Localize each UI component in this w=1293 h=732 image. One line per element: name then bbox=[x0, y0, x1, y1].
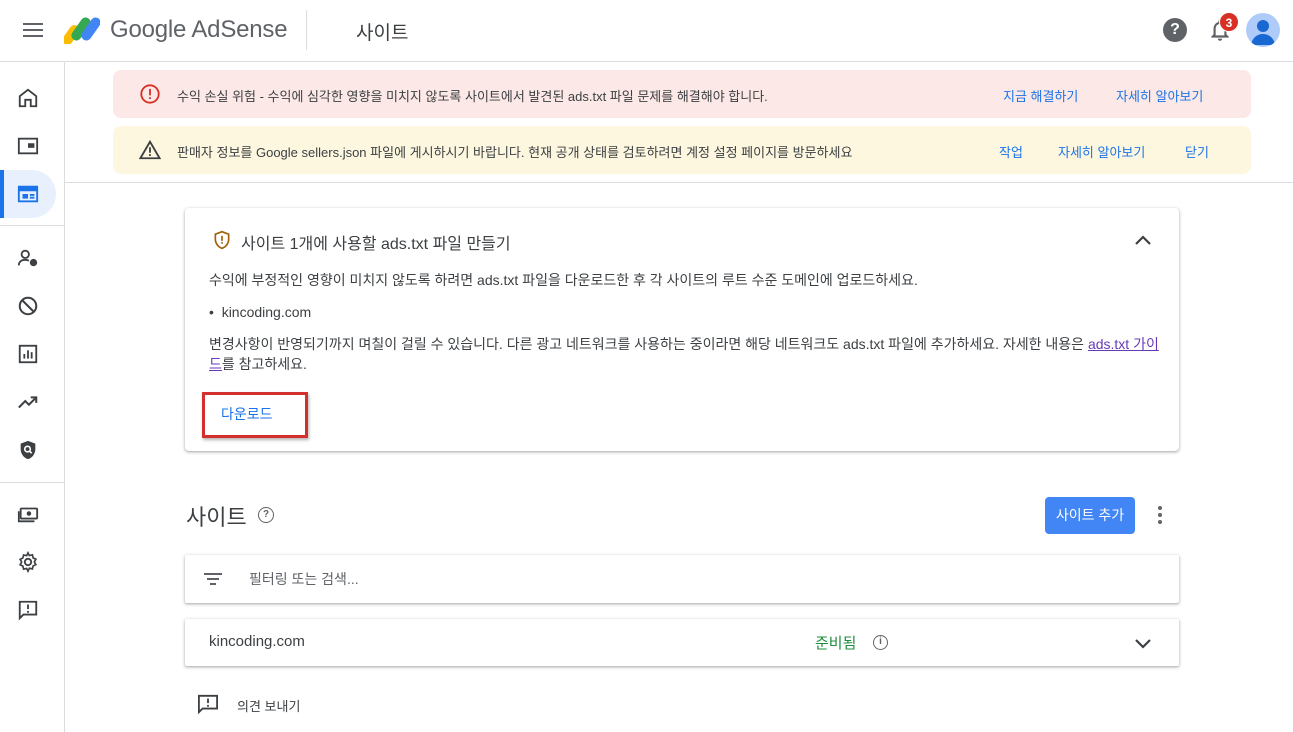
card-note-text: 변경사항이 반영되기까지 며칠이 걸릴 수 있습니다. 다른 광고 네트워크를 … bbox=[209, 336, 1088, 352]
rail-divider bbox=[0, 225, 64, 226]
chevron-down-icon[interactable] bbox=[1131, 633, 1155, 653]
sites-help-icon[interactable]: ? bbox=[258, 507, 274, 523]
gear-icon bbox=[18, 551, 38, 573]
action-link[interactable]: 작업 bbox=[999, 142, 1023, 161]
warning-banner-text: 판매자 정보를 Google sellers.json 파일에 게시하시기 바랍… bbox=[177, 145, 853, 160]
rail-item-sites[interactable] bbox=[0, 170, 56, 218]
send-feedback-button[interactable]: 의견 보내기 bbox=[197, 692, 357, 718]
error-learn-more-link[interactable]: 자세히 알아보기 bbox=[1116, 86, 1203, 105]
site-row[interactable]: kincoding.com 준비됨 i bbox=[185, 619, 1179, 666]
page-title: 사이트 bbox=[356, 23, 409, 44]
rail-item-optimization[interactable] bbox=[0, 378, 56, 426]
rail-item-ads[interactable] bbox=[0, 122, 56, 170]
brand-name: Google AdSense bbox=[110, 16, 288, 44]
feedback-icon bbox=[18, 600, 38, 621]
feedback-label: 의견 보내기 bbox=[237, 699, 301, 714]
content-divider bbox=[65, 182, 1293, 183]
error-banner-text: 수익 손실 위험 - 수익에 심각한 영향을 미치지 않도록 사이트에서 발견된… bbox=[177, 89, 768, 104]
ads-txt-card: 사이트 1개에 사용할 ads.txt 파일 만들기 수익에 부정적인 영향이 … bbox=[185, 208, 1179, 451]
adsense-logo bbox=[64, 17, 100, 44]
card-title: 사이트 1개에 사용할 ads.txt 파일 만들기 bbox=[241, 236, 511, 253]
ads-txt-error-banner: 수익 손실 위험 - 수익에 심각한 영향을 미치지 않도록 사이트에서 발견된… bbox=[113, 70, 1251, 118]
navigation-rail bbox=[0, 62, 65, 732]
help-icon[interactable]: ? bbox=[1163, 18, 1187, 42]
more-options-icon[interactable] bbox=[1150, 503, 1170, 527]
rail-divider bbox=[0, 482, 64, 483]
rail-item-reports[interactable] bbox=[0, 330, 56, 378]
card-description: 수익에 부정적인 영향이 미치지 않도록 하려면 ads.txt 파일을 다운로… bbox=[209, 272, 918, 288]
ads-icon bbox=[17, 137, 39, 155]
card-note: 변경사항이 반영되기까지 며칠이 걸릴 수 있습니다. 다른 광고 네트워크를 … bbox=[209, 334, 1159, 374]
sites-icon bbox=[17, 185, 39, 203]
trending-up-icon bbox=[18, 396, 38, 409]
rail-item-home[interactable] bbox=[0, 74, 56, 122]
error-icon bbox=[140, 84, 160, 104]
filter-search-input[interactable] bbox=[249, 567, 1129, 591]
rail-item-settings[interactable] bbox=[0, 538, 56, 586]
rail-item-payments[interactable] bbox=[0, 490, 56, 538]
site-domain: kincoding.com bbox=[209, 633, 305, 650]
shield-search-icon bbox=[20, 440, 36, 460]
sites-section-title: 사이트 bbox=[186, 505, 247, 530]
brand-product: AdSense bbox=[191, 16, 288, 43]
home-icon bbox=[18, 88, 38, 108]
filter-icon bbox=[204, 573, 222, 585]
person-settings-icon bbox=[17, 249, 38, 267]
site-status: 준비됨 bbox=[815, 635, 857, 652]
block-icon bbox=[18, 296, 38, 316]
rail-item-feedback[interactable] bbox=[0, 586, 56, 634]
payments-icon bbox=[17, 507, 39, 523]
header-divider bbox=[306, 10, 307, 50]
account-avatar[interactable] bbox=[1246, 13, 1280, 47]
rail-item-privacy[interactable] bbox=[0, 234, 56, 282]
rail-item-blocking[interactable] bbox=[0, 282, 56, 330]
shield-alert-icon bbox=[214, 230, 230, 250]
warning-icon bbox=[139, 139, 161, 160]
rail-item-policy[interactable] bbox=[0, 426, 56, 474]
site-list-item: • kincoding.com bbox=[209, 304, 312, 320]
feedback-icon bbox=[198, 694, 218, 714]
fix-now-link[interactable]: 지금 해결하기 bbox=[1003, 86, 1078, 105]
site-list-domain: kincoding.com bbox=[221, 304, 312, 320]
person-icon bbox=[1251, 20, 1275, 45]
warning-learn-more-link[interactable]: 자세히 알아보기 bbox=[1058, 142, 1145, 161]
menu-icon[interactable] bbox=[20, 19, 46, 43]
bar-chart-icon bbox=[18, 344, 38, 364]
sellers-json-warning-banner: 판매자 정보를 Google sellers.json 파일에 게시하시기 바랍… bbox=[113, 126, 1251, 174]
chevron-up-icon[interactable] bbox=[1131, 230, 1155, 250]
info-icon[interactable]: i bbox=[873, 635, 888, 650]
top-app-bar: Google AdSense 사이트 ? 3 bbox=[0, 0, 1293, 62]
download-button[interactable]: 다운로드 bbox=[205, 394, 305, 434]
brand-google: Google bbox=[110, 16, 187, 43]
notification-count-badge: 3 bbox=[1219, 12, 1239, 32]
dismiss-link[interactable]: 닫기 bbox=[1185, 142, 1209, 161]
filter-bar bbox=[185, 555, 1179, 603]
card-note-suffix: 를 참고하세요. bbox=[221, 356, 307, 372]
add-site-button[interactable]: 사이트 추가 bbox=[1045, 497, 1135, 534]
